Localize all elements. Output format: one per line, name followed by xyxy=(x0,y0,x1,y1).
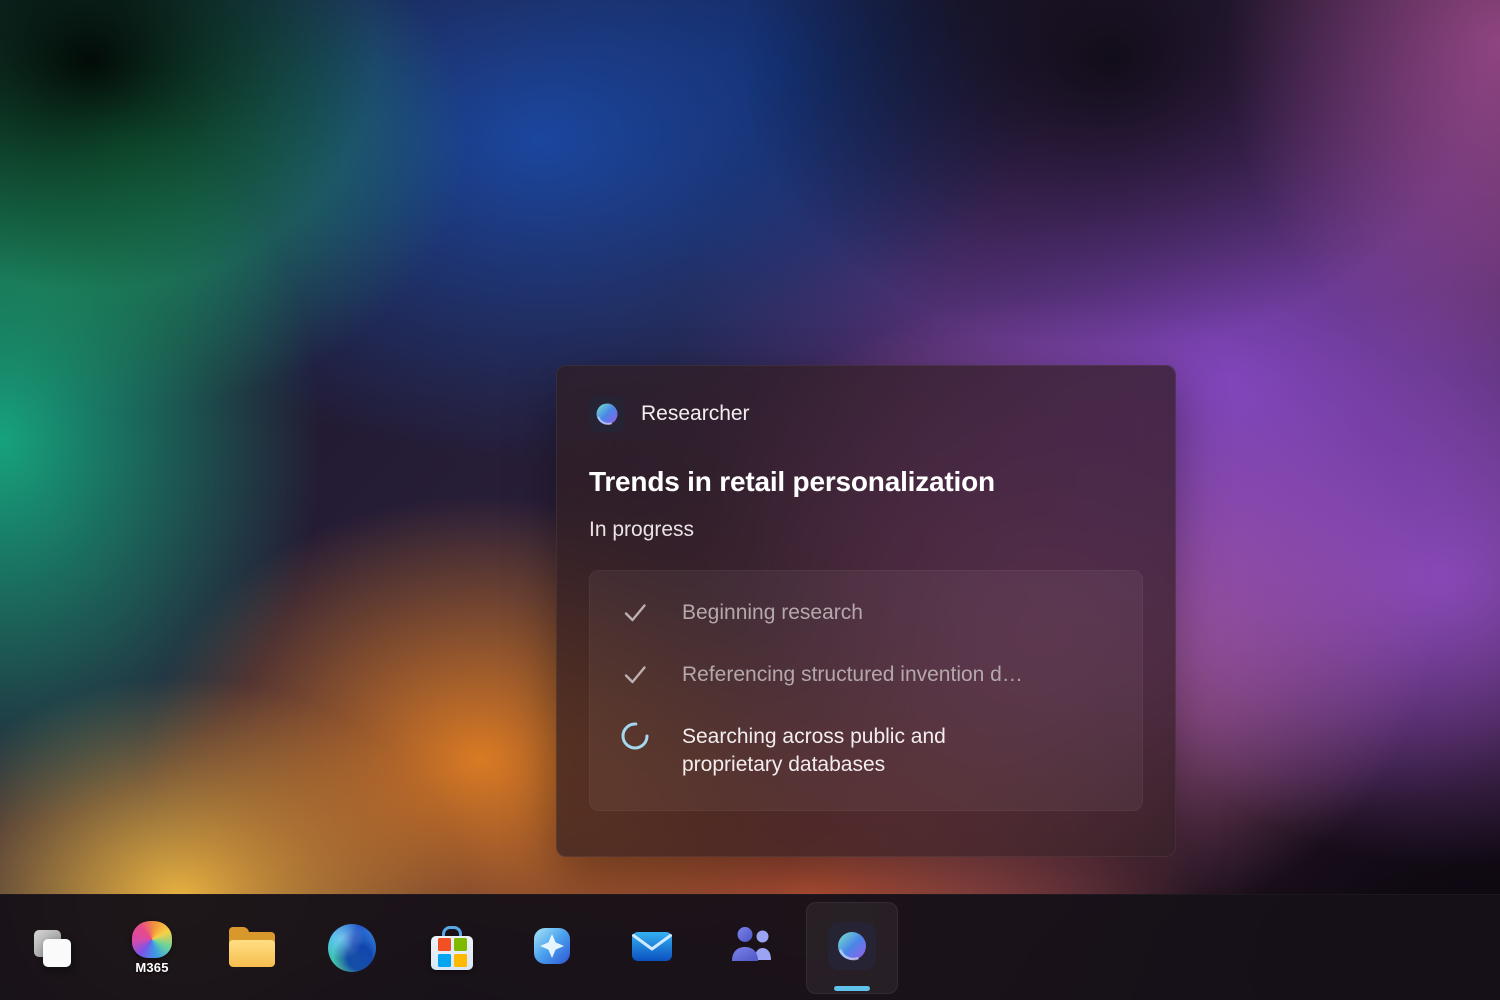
taskbar-button-edge[interactable] xyxy=(306,902,398,994)
taskbar-button-m365-copilot[interactable]: M365 xyxy=(106,902,198,994)
m365-badge: M365 xyxy=(135,960,168,975)
taskbar-button-outlook[interactable] xyxy=(606,902,698,994)
spinner-icon xyxy=(620,721,650,751)
taskbar-button-copilot[interactable] xyxy=(506,902,598,994)
copilot-icon xyxy=(529,923,575,972)
step-item-2: Referencing structured invention d… xyxy=(620,659,1112,691)
researcher-icon xyxy=(828,922,876,973)
file-explorer-icon xyxy=(228,927,276,969)
teams-icon xyxy=(729,923,775,972)
outlook-icon xyxy=(629,923,675,972)
taskbar-button-show-desktop[interactable] xyxy=(6,902,98,994)
step-item-3: Searching across public and proprietary … xyxy=(620,721,1112,780)
microsoft-store-icon xyxy=(429,926,475,970)
app-name: Researcher xyxy=(641,402,750,426)
edge-icon xyxy=(328,924,376,972)
step-label: Beginning research xyxy=(682,597,863,627)
card-header: Researcher xyxy=(589,396,1143,432)
status-text: In progress xyxy=(589,518,1143,542)
check-icon xyxy=(620,659,650,689)
taskbar-button-researcher[interactable] xyxy=(806,902,898,994)
researcher-app-icon xyxy=(589,396,625,432)
taskbar-button-file-explorer[interactable] xyxy=(206,902,298,994)
step-item-1: Beginning research xyxy=(620,597,1112,629)
taskbar: M365 xyxy=(0,894,1500,1000)
taskbar-button-teams[interactable] xyxy=(706,902,798,994)
desktop: Researcher Trends in retail personalizat… xyxy=(0,0,1500,1000)
step-label: Referencing structured invention d… xyxy=(682,659,1023,689)
show-desktop-icon xyxy=(30,926,74,970)
researcher-progress-card[interactable]: Researcher Trends in retail personalizat… xyxy=(556,365,1176,857)
task-title: Trends in retail personalization xyxy=(589,466,1143,498)
m365-copilot-icon: M365 xyxy=(124,921,180,975)
active-app-indicator xyxy=(834,986,870,991)
step-label: Searching across public and proprietary … xyxy=(682,721,1034,780)
steps-panel: Beginning research Referencing structure… xyxy=(589,570,1143,811)
check-icon xyxy=(620,597,650,627)
taskbar-button-microsoft-store[interactable] xyxy=(406,902,498,994)
